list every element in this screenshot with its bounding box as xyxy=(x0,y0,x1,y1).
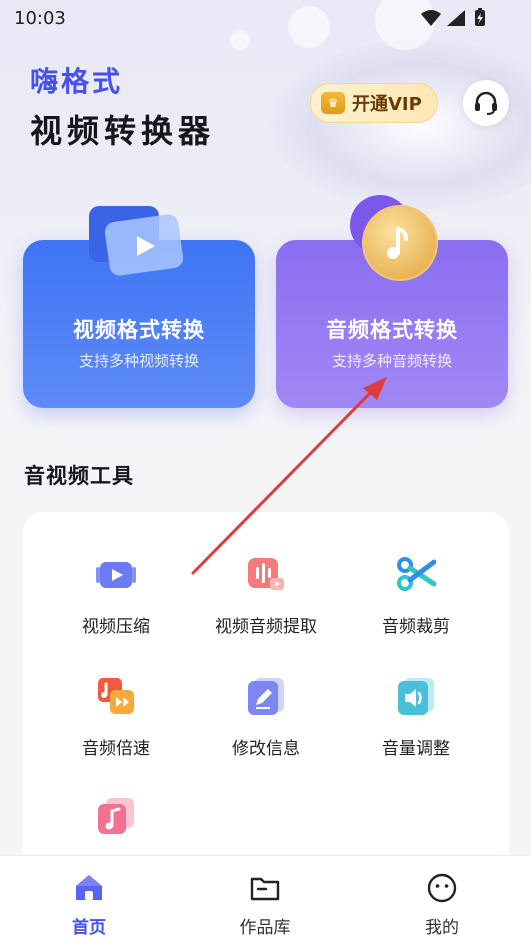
cellular-signal-icon xyxy=(447,10,465,26)
tool-label: 视频压缩 xyxy=(82,617,150,637)
tool-label: 音频倍速 xyxy=(82,739,150,759)
tool-audio-speed[interactable]: 音频倍速 xyxy=(41,676,191,759)
tool-edit-info[interactable]: 修改信息 xyxy=(191,676,341,759)
wifi-icon xyxy=(421,10,441,26)
tools-section-title: 音视频工具 xyxy=(24,464,134,488)
tool-label: 修改信息 xyxy=(232,739,300,759)
status-icons xyxy=(421,8,485,26)
home-icon xyxy=(76,875,102,900)
card-subtitle: 支持多种视频转换 xyxy=(78,352,199,370)
brand-name: 嗨格式 xyxy=(30,65,124,98)
tab-home[interactable]: 首页 xyxy=(29,856,149,944)
tab-works-library[interactable]: 作品库 xyxy=(205,856,325,944)
status-bar: 10:03 xyxy=(0,0,531,36)
bottom-tab-bar: 首页 作品库 我的 xyxy=(0,855,531,944)
volume-icon xyxy=(398,678,434,715)
tab-profile[interactable]: 我的 xyxy=(382,856,502,944)
tool-volume-adjust[interactable]: 音量调整 xyxy=(341,676,491,759)
tool-label: 视频音频提取 xyxy=(215,617,317,637)
video-compress-icon xyxy=(96,562,136,588)
vip-label: 开通VIP xyxy=(352,94,422,115)
tool-video-compress[interactable]: 视频压缩 xyxy=(41,554,191,637)
card-title: 视频格式转换 xyxy=(73,318,205,342)
app-title: 视频转换器 xyxy=(30,112,216,150)
card-title: 音频格式转换 xyxy=(326,318,458,342)
card-subtitle: 支持多种音频转换 xyxy=(331,352,452,370)
status-time: 10:03 xyxy=(14,8,66,29)
video-play-icon xyxy=(89,206,184,276)
crown-icon: ♛ xyxy=(321,92,345,114)
tools-panel: 视频压缩 视频音频提取 音频裁剪 音频倍速 修改信息 音量调整 xyxy=(23,512,509,872)
tool-music-file[interactable] xyxy=(41,796,191,854)
tool-audio-cut[interactable]: 音频裁剪 xyxy=(341,554,491,637)
scissors-icon xyxy=(397,557,437,591)
audio-extract-icon xyxy=(248,558,284,590)
profile-icon xyxy=(427,873,457,903)
audio-speed-icon xyxy=(98,678,134,714)
folder-icon xyxy=(250,877,280,901)
tab-label: 我的 xyxy=(425,918,459,938)
music-note-icon xyxy=(350,195,438,281)
tool-label: 音频裁剪 xyxy=(382,617,450,637)
customer-support-button[interactable] xyxy=(463,80,509,126)
vip-button[interactable]: ♛ 开通VIP xyxy=(310,83,438,123)
tool-audio-extract[interactable]: 视频音频提取 xyxy=(191,554,341,637)
edit-info-icon xyxy=(248,678,284,715)
headset-icon xyxy=(475,91,497,115)
tool-label: 音量调整 xyxy=(382,739,450,759)
tab-label: 首页 xyxy=(72,918,106,938)
tab-label: 作品库 xyxy=(239,918,291,938)
music-file-icon xyxy=(98,798,134,834)
